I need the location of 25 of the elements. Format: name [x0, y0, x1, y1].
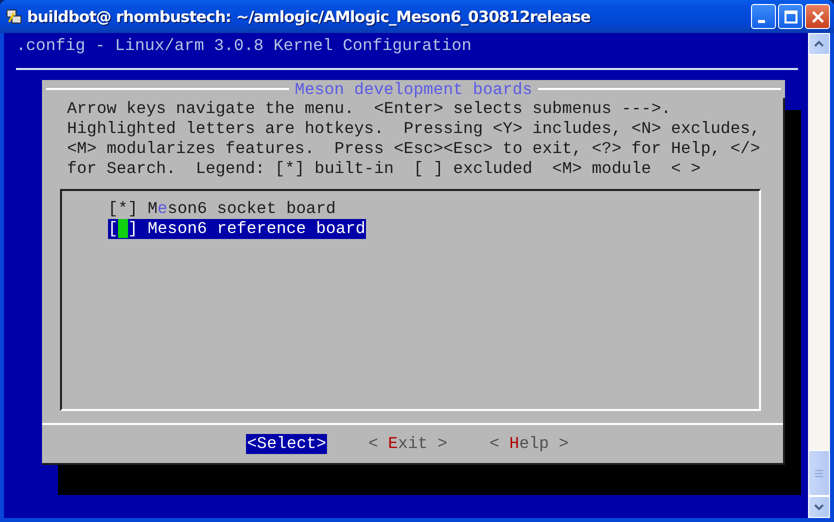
caret-down-icon: [814, 503, 824, 511]
menu-item[interactable]: [ ] Meson6 reference board: [108, 219, 366, 239]
caret-up-icon: [814, 40, 824, 48]
close-button[interactable]: [805, 4, 830, 29]
minimize-icon: [758, 20, 764, 22]
close-icon: [810, 10, 824, 24]
maximize-icon: [784, 10, 798, 24]
dialog-button[interactable]: < Exit >: [367, 434, 448, 454]
dialog-button[interactable]: < Help >: [488, 434, 570, 454]
scrollbar-thumb[interactable]: [808, 450, 830, 496]
help-text: Highlighted letters are hotkeys. Pressing <Y> includes, <N> excludes,: [67, 119, 762, 139]
window-title: buildbot@ rhombustech: ~/amlogic/AMlogic_Meson6_030812release: [27, 8, 592, 26]
scroll-up-button[interactable]: [808, 33, 830, 55]
terminal-icon: [6, 8, 22, 24]
dialog-button[interactable]: <Select>: [246, 434, 328, 454]
help-text: for Search. Legend: [*] built-in [ ] excluded <M> module < >: [67, 159, 702, 179]
menu-item[interactable]: [*] Meson6 socket board: [108, 199, 337, 219]
config-header: .config - Linux/arm 3.0.8 Kernel Configuration: [16, 36, 472, 56]
minimize-button[interactable]: [751, 4, 776, 29]
scroll-down-button[interactable]: [808, 496, 830, 518]
grip-icon: [815, 468, 823, 478]
maximize-button[interactable]: [778, 4, 803, 29]
help-text: <M> modularizes features. Press <Esc><Esc> to exit, <?> for Help, </>: [67, 139, 762, 159]
dialog-title: Meson development boards: [294, 80, 534, 100]
help-text: Arrow keys navigate the menu. <Enter> selects submenus --->.: [67, 99, 672, 119]
